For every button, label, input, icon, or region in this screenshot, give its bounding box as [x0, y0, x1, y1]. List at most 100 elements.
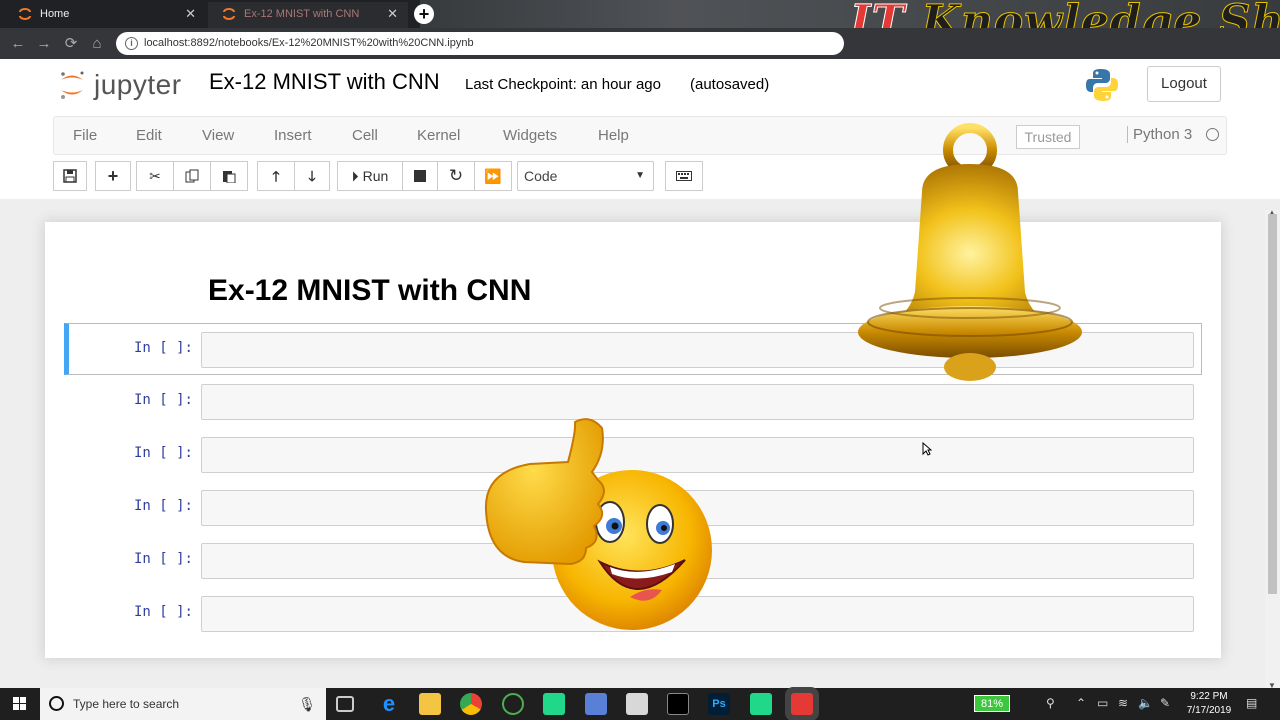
- python-logo-icon: [1086, 69, 1118, 101]
- home-icon[interactable]: ⌂: [87, 34, 107, 54]
- battery-indicator[interactable]: 81%: [974, 695, 1010, 712]
- thumbs-up-emoji-icon: [484, 418, 712, 630]
- pycharm-icon-2[interactable]: [750, 693, 772, 715]
- menu-file[interactable]: File: [73, 117, 97, 154]
- close-tab-icon[interactable]: ✕: [185, 2, 196, 26]
- windows-start-icon[interactable]: [0, 688, 40, 720]
- menu-insert[interactable]: Insert: [274, 117, 312, 154]
- caret-down-icon: ▼: [635, 170, 645, 181]
- menu-edit[interactable]: Edit: [136, 117, 162, 154]
- browser-tab-bar: Home ✕ Ex-12 MNIST with CNN ✕ + IT Knowl…: [0, 0, 1280, 28]
- input-prompt: In [ ]:: [133, 498, 193, 514]
- menu-kernel[interactable]: Kernel: [417, 117, 460, 154]
- new-tab-button[interactable]: +: [414, 4, 434, 24]
- restart-run-all-button[interactable]: ⏩: [474, 161, 512, 191]
- save-icon: [63, 169, 77, 183]
- cut-button[interactable]: ✂: [136, 161, 174, 191]
- kernel-name[interactable]: Python 3: [1127, 126, 1192, 143]
- clock[interactable]: 9:22 PM 7/17/2019: [1183, 690, 1235, 718]
- pycharm-icon[interactable]: [543, 693, 565, 715]
- arrow-down-icon: 🡓: [308, 168, 316, 184]
- keyboard-icon: [676, 171, 692, 181]
- battery-tray-icon[interactable]: ▭: [1097, 696, 1108, 710]
- menu-cell[interactable]: Cell: [352, 117, 378, 154]
- taskbar-search-placeholder: Type here to search: [73, 697, 180, 711]
- plus-icon: +: [107, 166, 119, 186]
- terminal-icon[interactable]: [667, 693, 689, 715]
- autosave-status: (autosaved): [690, 76, 770, 93]
- tab-notebook-label: Ex-12 MNIST with CNN: [244, 8, 360, 20]
- volume-icon[interactable]: 🔈: [1138, 696, 1153, 710]
- notebook-name[interactable]: Ex-12 MNIST with CNN: [209, 69, 440, 95]
- input-prompt: In [ ]:: [133, 392, 193, 408]
- command-palette-button[interactable]: [665, 161, 703, 191]
- restart-button[interactable]: ↻: [437, 161, 475, 191]
- microphone-icon[interactable]: 🎙: [298, 688, 316, 720]
- people-icon[interactable]: ⚲: [1046, 696, 1055, 710]
- notifications-icon[interactable]: ▤: [1246, 696, 1257, 710]
- taskbar-search-input[interactable]: Type here to search 🎙: [40, 688, 326, 720]
- edge-browser-icon[interactable]: e: [378, 693, 400, 715]
- menu-widgets[interactable]: Widgets: [503, 117, 557, 154]
- tab-home[interactable]: Home ✕: [4, 2, 206, 28]
- mouse-cursor-icon: [922, 442, 932, 456]
- cell-type-value: Code: [524, 168, 558, 184]
- scrollbar-thumb[interactable]: [1268, 214, 1277, 594]
- restart-icon: ↻: [448, 166, 464, 185]
- copy-button[interactable]: [173, 161, 211, 191]
- close-tab-icon[interactable]: ✕: [387, 2, 398, 26]
- browser-address-bar: ← → ⟳ ⌂ i localhost:8892/notebooks/Ex-12…: [0, 28, 1280, 59]
- forward-arrow-icon[interactable]: →: [34, 34, 54, 54]
- task-view-icon[interactable]: [336, 696, 354, 712]
- run-label: Run: [362, 168, 389, 184]
- network-app-icon[interactable]: [585, 693, 607, 715]
- paste-button[interactable]: [210, 161, 248, 191]
- copy-icon: [185, 169, 199, 183]
- windows-taskbar: Type here to search 🎙 e Ps 81% ⚲ ⌃ ▭ ≋ 🔈…: [0, 688, 1280, 720]
- fast-forward-icon: ⏩: [484, 168, 502, 184]
- logout-button[interactable]: Logout: [1147, 66, 1221, 102]
- scissors-icon: ✂: [149, 168, 161, 184]
- jupyter-orb-icon: [61, 71, 84, 99]
- info-icon[interactable]: i: [125, 37, 138, 50]
- step-forward-icon: ⏵: [351, 168, 359, 184]
- store-icon[interactable]: [626, 693, 648, 715]
- pen-icon[interactable]: ✎: [1160, 696, 1170, 710]
- url-input[interactable]: i localhost:8892/notebooks/Ex-12%20MNIST…: [116, 32, 844, 55]
- arrow-up-icon: 🡑: [272, 168, 280, 184]
- upwork-icon[interactable]: [502, 693, 524, 715]
- jupyter-favicon-icon: [223, 8, 235, 20]
- jupyter-wordmark: jupyter: [94, 69, 182, 100]
- save-button[interactable]: [53, 161, 87, 191]
- clock-date: 7/17/2019: [1186, 705, 1232, 716]
- jupyter-logo[interactable]: jupyter: [58, 67, 182, 103]
- paste-icon: [223, 171, 236, 184]
- camtasia-icon[interactable]: [791, 693, 813, 715]
- file-explorer-icon[interactable]: [419, 693, 441, 715]
- chrome-icon[interactable]: [460, 693, 482, 715]
- run-button[interactable]: ⏵ Run: [337, 161, 403, 191]
- page-scrollbar[interactable]: ▲ ▼: [1265, 208, 1280, 690]
- banner-logo-text: Knowledge Shelf: [921, 0, 1280, 28]
- tab-home-label: Home: [40, 8, 70, 20]
- move-down-button[interactable]: 🡓: [294, 161, 330, 191]
- cell-type-select[interactable]: Code ▼: [517, 161, 654, 191]
- reload-icon[interactable]: ⟳: [61, 34, 81, 54]
- stop-icon: [414, 170, 426, 182]
- move-up-button[interactable]: 🡑: [257, 161, 295, 191]
- back-arrow-icon[interactable]: ←: [8, 34, 28, 54]
- insert-cell-button[interactable]: +: [95, 161, 131, 191]
- wifi-icon[interactable]: ≋: [1118, 696, 1128, 710]
- chevron-up-icon[interactable]: ⌃: [1076, 696, 1086, 710]
- interrupt-button[interactable]: [402, 161, 438, 191]
- banner-logo-it: IT: [849, 0, 906, 28]
- photoshop-icon[interactable]: Ps: [708, 693, 730, 715]
- tab-notebook[interactable]: Ex-12 MNIST with CNN ✕: [208, 2, 408, 28]
- menu-help[interactable]: Help: [598, 117, 629, 154]
- notebook-toolbar: + ✂ 🡑 🡓 ⏵ Run ↻ ⏩ Code ▼: [53, 161, 713, 191]
- menu-view[interactable]: View: [202, 117, 234, 154]
- input-prompt: In [ ]:: [133, 340, 193, 356]
- kernel-idle-indicator-icon: [1206, 128, 1219, 141]
- notebook-heading: Ex-12 MNIST with CNN: [208, 274, 532, 307]
- input-prompt: In [ ]:: [133, 445, 193, 461]
